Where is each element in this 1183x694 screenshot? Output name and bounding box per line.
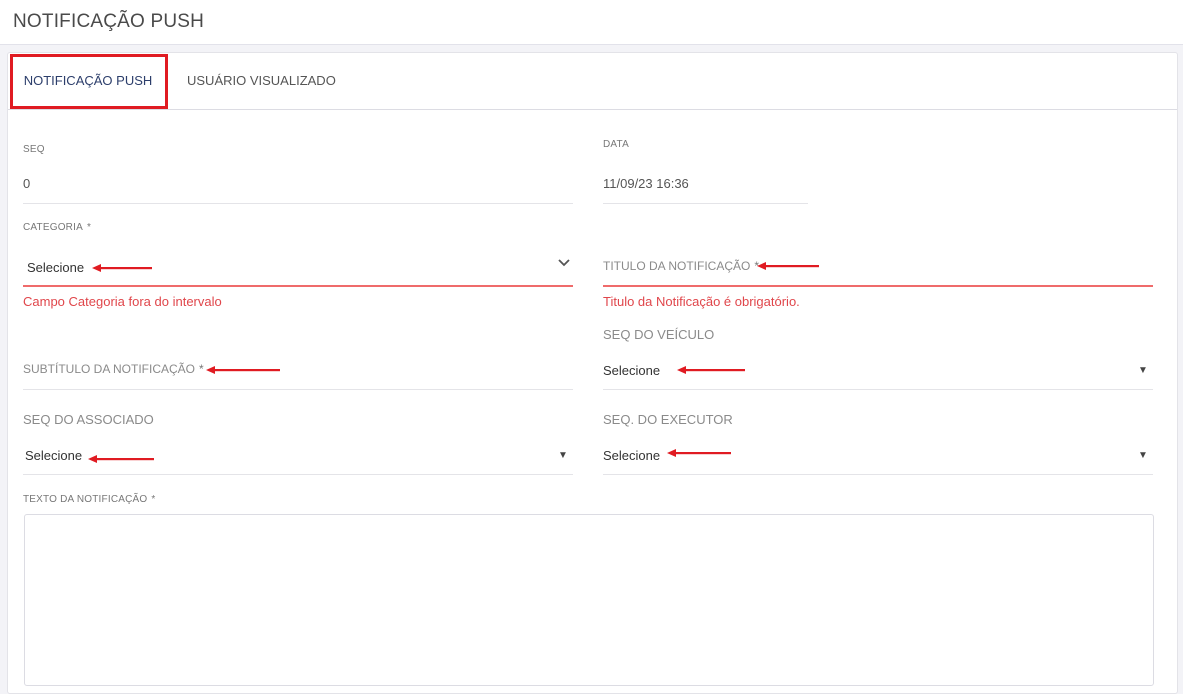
titulo-underline	[603, 285, 1153, 287]
seq-underline	[23, 203, 573, 204]
seq-veiculo-underline	[603, 389, 1153, 390]
annotation-arrow-icon	[88, 455, 154, 463]
annotation-arrow-icon	[667, 449, 731, 457]
texto-required-mark: *	[151, 494, 156, 505]
titulo-error: Titulo da Notificação é obrigatório.	[603, 294, 800, 309]
data-underline	[603, 203, 808, 204]
categoria-error: Campo Categoria fora do intervalo	[23, 294, 222, 309]
page-title: NOTIFICAÇÃO PUSH	[13, 11, 205, 32]
seq-veiculo-label: SEQ DO VEÍCULO	[603, 327, 715, 342]
texto-label: TEXTO DA NOTIFICAÇÃO *	[23, 494, 155, 505]
annotation-arrow-icon	[757, 262, 819, 270]
seq-executor-label: SEQ. DO EXECUTOR	[603, 412, 733, 427]
page-header: NOTIFICAÇÃO PUSH	[0, 0, 1183, 45]
annotation-arrow-icon	[677, 366, 745, 374]
dropdown-caret-icon[interactable]: ▼	[1138, 450, 1148, 461]
texto-label-text: TEXTO DA NOTIFICAÇÃO	[23, 494, 148, 505]
seq-associado-label: SEQ DO ASSOCIADO	[23, 412, 154, 427]
subtitulo-label-text: SUBTÍTULO DA NOTIFICAÇÃO	[23, 362, 196, 376]
categoria-label-text: CATEGORIA	[23, 222, 83, 233]
dropdown-caret-icon[interactable]: ▼	[1138, 365, 1148, 376]
categoria-select[interactable]: Selecione	[27, 260, 84, 275]
seq-executor-underline	[603, 474, 1153, 475]
categoria-required-mark: *	[86, 222, 92, 233]
categoria-label: CATEGORIA *	[23, 222, 91, 233]
subtitulo-field[interactable]: SUBTÍTULO DA NOTIFICAÇÃO *	[23, 362, 204, 376]
data-value[interactable]: 11/09/23 16:36	[603, 176, 689, 191]
titulo-field[interactable]: TITULO DA NOTIFICAÇÃO *	[603, 259, 759, 273]
seq-associado-select[interactable]: Selecione	[25, 448, 82, 463]
seq-value: 0	[23, 176, 31, 191]
data-label: DATA	[603, 139, 629, 150]
texto-textarea[interactable]	[24, 514, 1154, 686]
dropdown-caret-icon[interactable]: ▼	[558, 450, 568, 461]
seq-associado-underline	[23, 474, 573, 475]
tab-bar: NOTIFICAÇÃO PUSH USUÁRIO VISUALIZADO	[8, 53, 1177, 110]
seq-veiculo-select[interactable]: Selecione	[603, 363, 660, 378]
annotation-arrow-icon	[92, 264, 152, 272]
tab-usuario-visualizado[interactable]: USUÁRIO VISUALIZADO	[187, 53, 336, 109]
seq-executor-select[interactable]: Selecione	[603, 448, 660, 463]
categoria-underline	[23, 285, 573, 287]
form-card: NOTIFICAÇÃO PUSH USUÁRIO VISUALIZADO SEQ…	[7, 52, 1178, 694]
titulo-label-text: TITULO DA NOTIFICAÇÃO	[603, 259, 751, 273]
seq-label: SEQ	[23, 144, 45, 155]
subtitulo-underline	[23, 389, 573, 390]
tab-notificacao-push[interactable]: NOTIFICAÇÃO PUSH	[9, 53, 167, 109]
subtitulo-required-mark: *	[199, 362, 204, 376]
annotation-arrow-icon	[206, 366, 280, 374]
chevron-down-icon[interactable]	[558, 257, 570, 267]
